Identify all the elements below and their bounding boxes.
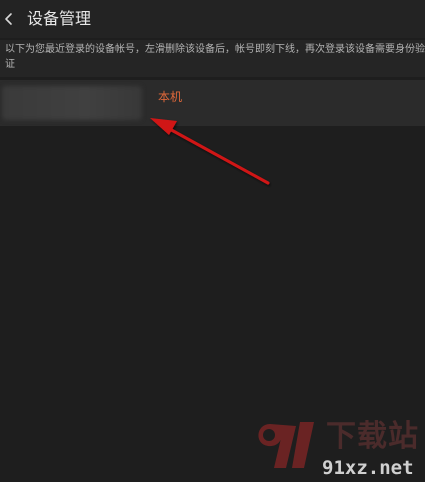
site-watermark: 下载站 91xz.net <box>252 418 425 482</box>
top-bar: 设备管理 <box>0 0 425 38</box>
back-button[interactable] <box>0 6 22 32</box>
device-list-item[interactable]: 本机 <box>0 80 425 126</box>
watermark-en: 91xz.net <box>322 457 414 479</box>
watermark-logo-icon <box>258 422 314 468</box>
chevron-left-icon <box>5 13 12 25</box>
current-device-tag: 本机 <box>158 90 183 104</box>
page-title: 设备管理 <box>27 9 92 28</box>
watermark-cn: 下载站 <box>326 419 419 454</box>
info-banner: 以下为您最近登录的设备帐号，左滑删除该设备后，帐号即刻下线，再次登录该设备需要身… <box>0 40 425 77</box>
info-text: 以下为您最近登录的设备帐号，左滑删除该设备后，帐号即刻下线，再次登录该设备需要身… <box>5 44 425 70</box>
device-name-redacted <box>2 86 142 120</box>
